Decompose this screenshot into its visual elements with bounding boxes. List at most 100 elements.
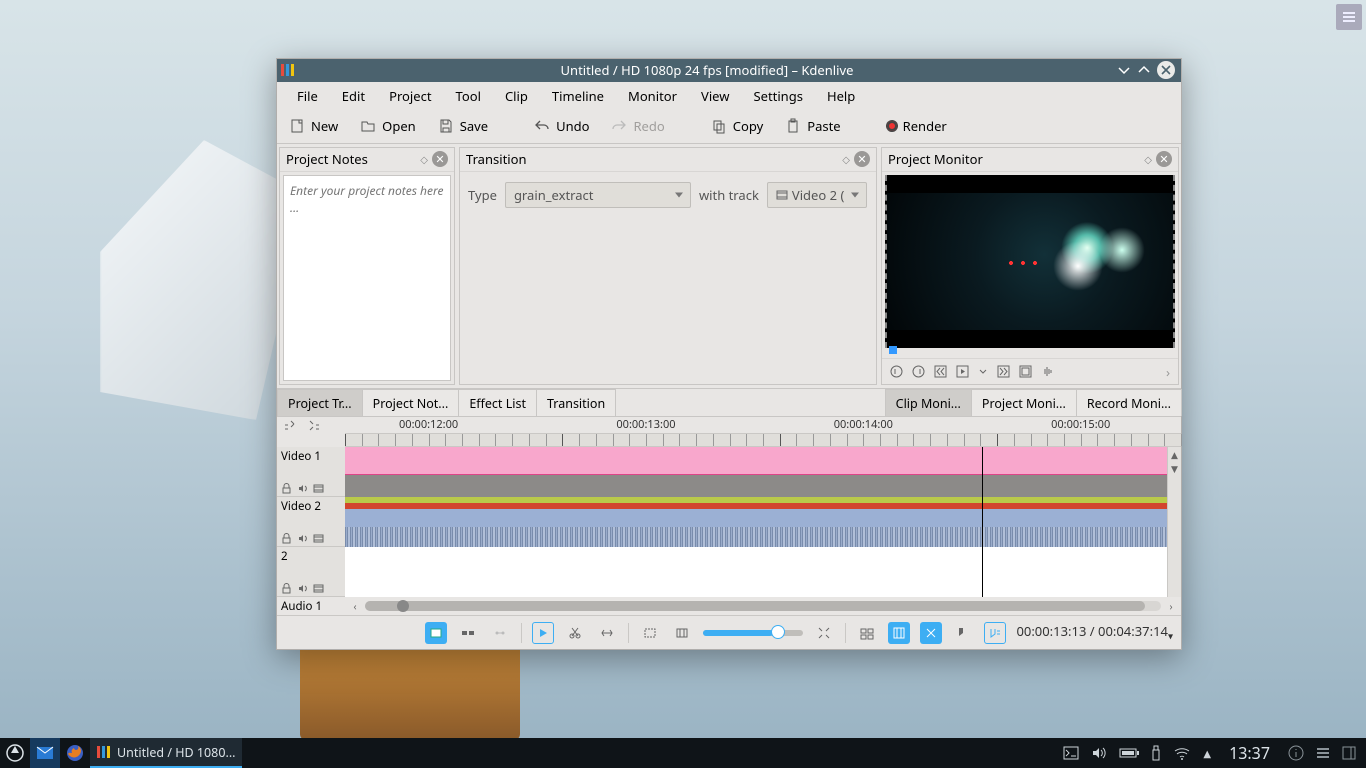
audio-icon[interactable]	[1041, 365, 1054, 378]
panel-close-button[interactable]: ✕	[432, 151, 448, 167]
lock-icon[interactable]	[281, 483, 292, 494]
window-titlebar[interactable]: Untitled / HD 1080p 24 fps [modified] – …	[277, 59, 1181, 82]
panel-float-icon[interactable]: ◇	[842, 152, 850, 166]
info-icon[interactable]	[1288, 745, 1304, 761]
undo-button[interactable]: Undo	[530, 113, 593, 139]
zoom-fit-icon[interactable]	[639, 622, 661, 644]
project-notes-input[interactable]	[283, 175, 451, 381]
redo-button[interactable]: Redo	[607, 113, 668, 139]
taskbar-kdenlive[interactable]: Untitled / HD 1080...	[90, 738, 242, 768]
menu-view[interactable]: View	[689, 83, 741, 109]
track-header-2[interactable]: 2	[277, 547, 345, 597]
zoom-zone-icon[interactable]	[671, 622, 693, 644]
panel-close-button[interactable]: ✕	[854, 151, 870, 167]
track-empty[interactable]	[345, 547, 1167, 597]
transition-type-select[interactable]: grain_extract	[505, 182, 691, 208]
mute-icon[interactable]	[297, 483, 308, 494]
timeline-playhead[interactable]	[982, 447, 983, 597]
track-header-video2[interactable]: Video 2	[277, 497, 345, 547]
scroll-left-icon[interactable]: ‹	[349, 599, 361, 613]
collapse-tracks-icon[interactable]	[308, 419, 321, 432]
favorite-icon[interactable]	[984, 622, 1006, 644]
tab-project-notes[interactable]: Project Not...	[362, 389, 460, 416]
timeline-tracks[interactable]	[345, 447, 1167, 597]
scroll-right-icon[interactable]: ›	[1165, 599, 1177, 613]
copy-button[interactable]: Copy	[707, 113, 767, 139]
terminal-icon[interactable]	[1063, 746, 1079, 760]
mute-icon[interactable]	[297, 533, 308, 544]
film-icon[interactable]	[313, 483, 324, 494]
menu-tool[interactable]: Tool	[444, 83, 493, 109]
lock-icon[interactable]	[281, 533, 292, 544]
panel-float-icon[interactable]: ◇	[420, 152, 428, 166]
battery-icon[interactable]	[1119, 747, 1139, 759]
desktop-menu-button[interactable]	[1336, 4, 1362, 30]
menu-monitor[interactable]: Monitor	[616, 83, 689, 109]
menu-project[interactable]: Project	[377, 83, 443, 109]
tab-project-monitor[interactable]: Project Moni...	[971, 389, 1077, 416]
spacer-icon[interactable]	[596, 622, 618, 644]
track-header-audio1[interactable]: Audio 1	[277, 599, 345, 614]
timeline-ruler[interactable]	[277, 433, 1181, 447]
menu-icon[interactable]	[1316, 746, 1330, 760]
tab-transition[interactable]: Transition	[536, 389, 616, 416]
clip-video2[interactable]	[345, 497, 1167, 547]
wifi-icon[interactable]	[1173, 746, 1191, 760]
insert-edit-icon[interactable]	[489, 622, 511, 644]
usb-icon[interactable]	[1151, 745, 1161, 761]
taskbar-firefox[interactable]	[60, 738, 90, 768]
close-button[interactable]	[1157, 61, 1175, 79]
monitor-preview[interactable]	[885, 175, 1175, 348]
menu-settings[interactable]: Settings	[741, 83, 814, 109]
tab-clip-monitor[interactable]: Clip Moni...	[885, 389, 972, 416]
menu-file[interactable]: File	[285, 83, 330, 109]
tray-expand-icon[interactable]: ▲	[1203, 746, 1211, 760]
app-launcher[interactable]	[0, 738, 30, 768]
expand-tracks-icon[interactable]	[283, 419, 296, 432]
snap-icon[interactable]	[952, 622, 974, 644]
maximize-icon[interactable]	[1137, 63, 1151, 77]
forward-icon[interactable]	[997, 365, 1010, 378]
film-icon[interactable]	[313, 583, 324, 594]
chevron-right-icon[interactable]: ›	[1166, 363, 1170, 381]
thumbnails-icon[interactable]	[856, 622, 878, 644]
play-timeline-icon[interactable]	[532, 622, 554, 644]
new-button[interactable]: New	[285, 113, 342, 139]
save-button[interactable]: Save	[434, 113, 492, 139]
taskbar-clock[interactable]: 13:37	[1221, 742, 1278, 764]
menu-clip[interactable]: Clip	[493, 83, 540, 109]
sidebar-icon[interactable]	[1342, 746, 1356, 760]
cut-icon[interactable]	[564, 622, 586, 644]
open-button[interactable]: Open	[356, 113, 420, 139]
zoom-full-icon[interactable]	[813, 622, 835, 644]
panel-close-button[interactable]: ✕	[1156, 151, 1172, 167]
chevron-down-icon[interactable]	[978, 367, 988, 377]
zoom-slider[interactable]	[703, 630, 803, 636]
volume-icon[interactable]	[1091, 746, 1107, 760]
menu-edit[interactable]: Edit	[330, 83, 377, 109]
normal-edit-icon[interactable]	[425, 622, 447, 644]
panel-float-icon[interactable]: ◇	[1144, 152, 1152, 166]
mute-icon[interactable]	[297, 583, 308, 594]
lock-icon[interactable]	[281, 583, 292, 594]
play-icon[interactable]	[956, 365, 969, 378]
timeline-vscroll[interactable]: ▲▼	[1167, 447, 1181, 597]
zone-start-icon[interactable]	[890, 365, 903, 378]
rewind-icon[interactable]	[934, 365, 947, 378]
tab-project-tree[interactable]: Project Tr...	[277, 389, 363, 416]
transition-track-select[interactable]: Video 2 (	[767, 182, 867, 208]
render-button[interactable]: Render	[883, 113, 951, 139]
tab-record-monitor[interactable]: Record Moni...	[1076, 389, 1182, 416]
markers-icon[interactable]	[920, 622, 942, 644]
timeline-hscroll[interactable]: ‹ ›	[345, 599, 1181, 613]
minimize-icon[interactable]	[1117, 63, 1131, 77]
clip-video1[interactable]	[345, 447, 1167, 497]
tab-effect-list[interactable]: Effect List	[458, 389, 537, 416]
fullscreen-icon[interactable]	[1019, 365, 1032, 378]
film-icon[interactable]	[313, 533, 324, 544]
paste-button[interactable]: Paste	[781, 113, 844, 139]
overwrite-edit-icon[interactable]	[457, 622, 479, 644]
zone-end-icon[interactable]	[912, 365, 925, 378]
track-header-video1[interactable]: Video 1	[277, 447, 345, 497]
menu-help[interactable]: Help	[815, 83, 867, 109]
